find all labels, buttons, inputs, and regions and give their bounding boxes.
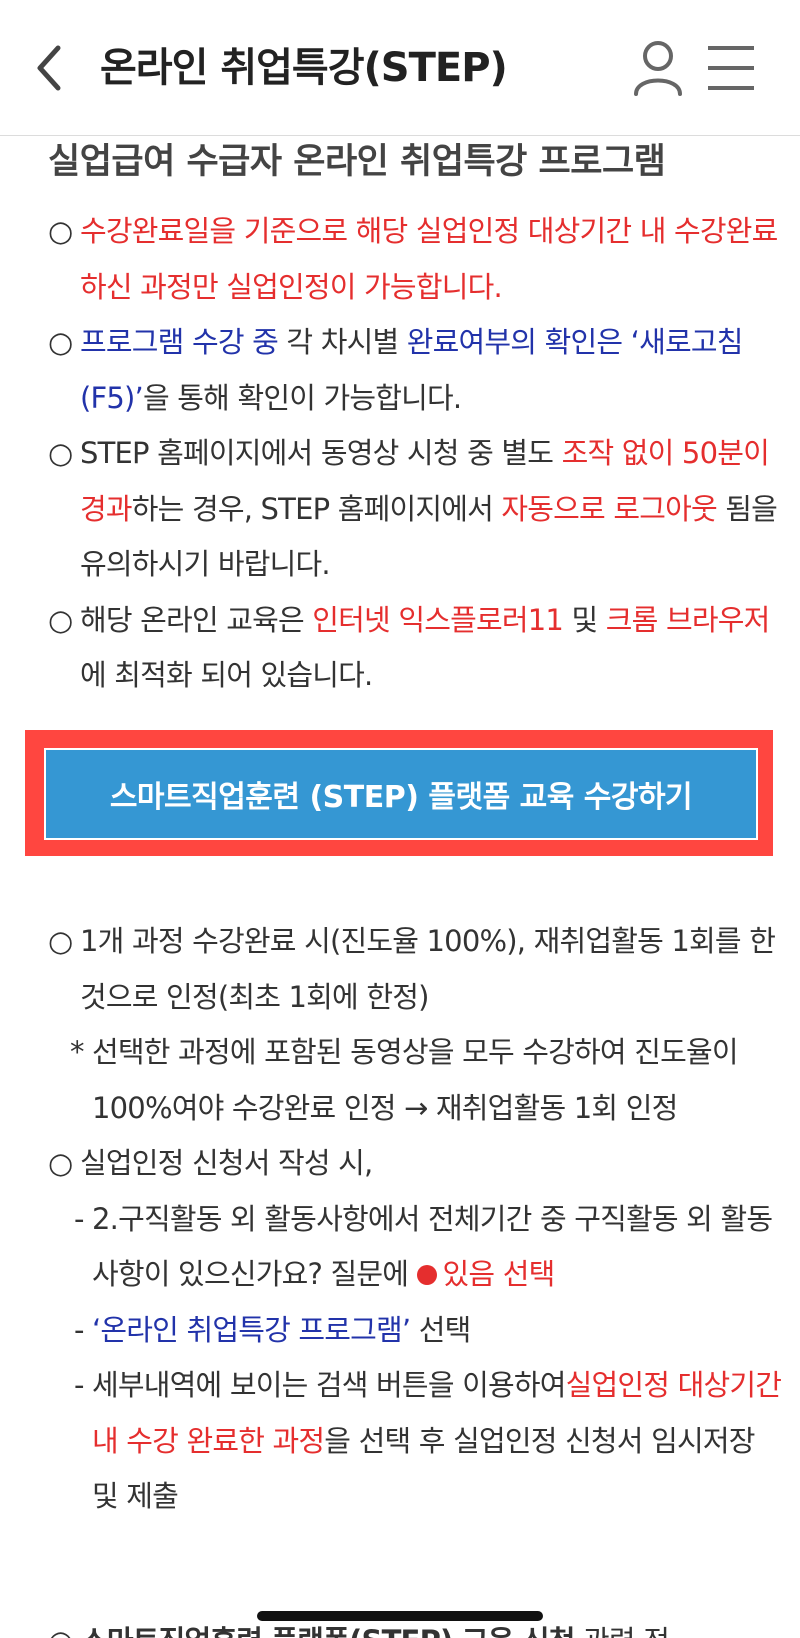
bullet-circle: ○: [48, 924, 73, 958]
detail-text: 스마트직업훈련 플랫폼(STEP) 교육 신청: [81, 1624, 575, 1638]
detail-subitem: - 2.구직활동 외 활동사항에서 전체기간 중 구직활동 외 활동사항이 있으…: [48, 1192, 788, 1303]
notice-text: STEP 홈페이지에서 동영상 시청 중 별도: [80, 436, 562, 470]
notice-text: 해당 온라인 교육은: [80, 602, 313, 637]
detail-text: 세부내역에 보이는 검색 버튼을 이용하여: [92, 1368, 566, 1402]
dash-mark: -: [74, 1368, 84, 1402]
detail-text: 선택: [410, 1312, 472, 1347]
app-header: 온라인 취업특강(STEP): [0, 0, 800, 136]
bullet-circle: ○: [48, 602, 73, 637]
step-enroll-button[interactable]: 스마트직업훈련 (STEP) 플랫폼 교육 수강하기: [44, 748, 758, 840]
notice-text: 하는 경우, STEP 홈페이지에서: [131, 491, 502, 526]
notice-text: 자동으로 로그아웃: [501, 491, 717, 526]
red-dot-icon: [416, 1265, 437, 1285]
bullet-circle: ○: [48, 1146, 73, 1180]
notice-list: ○ 수강완료일을 기준으로 해당 실업인정 대상기간 내 수강완료 하신 과정만…: [48, 204, 788, 704]
detail-text: 실업인정 신청서 작성 시,: [80, 1146, 373, 1180]
detail-text: 1개 과정 수강완료 시(진도율 100%), 재취업활동 1회를 한 것으로 …: [80, 924, 776, 1014]
notice-text: 을 통해 확인이 가능합니다.: [142, 380, 462, 415]
notice-text: 수강완료일을 기준으로 해당 실업인정 대상기간 내 수강완료 하신 과정만 실…: [80, 214, 778, 304]
content-area[interactable]: 실업급여 수급자 온라인 취업특강 프로그램 ○ 수강완료일을 기준으로 해당 …: [0, 136, 800, 1638]
user-icon: [634, 41, 682, 96]
detail-subitem: - 세부내역에 보이는 검색 버튼을 이용하여실업인정 대상기간 내 수강 완료…: [48, 1358, 788, 1525]
detail-text: 관련 전: [575, 1624, 670, 1638]
detail-subitem: - ‘온라인 취업특강 프로그램’ 선택: [48, 1303, 788, 1359]
page-title: 온라인 취업특강(STEP): [100, 45, 508, 91]
user-button[interactable]: [630, 38, 686, 98]
hamburger-menu-icon: [708, 46, 754, 90]
notice-text: 에 최적화 되어 있습니다.: [80, 658, 373, 692]
detail-text: ‘온라인 취업특강 프로그램’: [92, 1312, 411, 1347]
detail-item: ○ 1개 과정 수강완료 시(진도율 100%), 재취업활동 1회를 한 것으…: [48, 914, 788, 1025]
detail-item: ○ 실업인정 신청서 작성 시,: [48, 1136, 788, 1192]
menu-button[interactable]: [704, 40, 760, 96]
bullet-circle: ○: [48, 325, 73, 359]
bullet-circle: ○: [48, 436, 73, 470]
notice-text: 인터넷 익스플로러11: [312, 602, 564, 637]
chevron-left-icon: [37, 45, 61, 91]
detail-subitem: * 선택한 과정에 포함된 동영상을 모두 수강하여 진도율이 100%여야 수…: [48, 1025, 788, 1136]
dash-mark: -: [74, 1201, 84, 1236]
asterisk-mark: *: [70, 1035, 84, 1069]
notice-item: ○ 수강완료일을 기준으로 해당 실업인정 대상기간 내 수강완료 하신 과정만…: [48, 204, 788, 315]
notice-item: ○ 해당 온라인 교육은 인터넷 익스플로러11 및 크롬 브라우저에 최적화 …: [48, 593, 788, 704]
section-title: 실업급여 수급자 온라인 취업특강 프로그램: [48, 142, 666, 182]
notice-text: 각 차시별: [278, 325, 407, 359]
notice-item: ○ STEP 홈페이지에서 동영상 시청 중 별도 조작 없이 50분이 경과하…: [48, 426, 788, 593]
detail-text: 있음 선택: [442, 1257, 556, 1291]
notice-item: ○ 프로그램 수강 중 각 차시별 완료여부의 확인은 ‘새로고침(F5)’을 …: [48, 315, 788, 426]
home-indicator[interactable]: [257, 1611, 543, 1621]
notice-text: 프로그램 수강 중: [80, 325, 279, 359]
bullet-circle: ○: [48, 214, 73, 248]
dash-mark: -: [74, 1312, 84, 1347]
bullet-circle: ○: [48, 1624, 73, 1638]
back-button[interactable]: [30, 38, 74, 98]
notice-text: 크롬 브라우저: [605, 602, 771, 637]
detail-list: ○ 1개 과정 수강완료 시(진도율 100%), 재취업활동 1회를 한 것으…: [48, 914, 788, 1525]
detail-text: 선택한 과정에 포함된 동영상을 모두 수강하여 진도율이 100%여야 수강완…: [92, 1035, 739, 1125]
notice-text: 및: [563, 602, 606, 637]
cta-highlight-frame: 스마트직업훈련 (STEP) 플랫폼 교육 수강하기: [25, 730, 773, 856]
